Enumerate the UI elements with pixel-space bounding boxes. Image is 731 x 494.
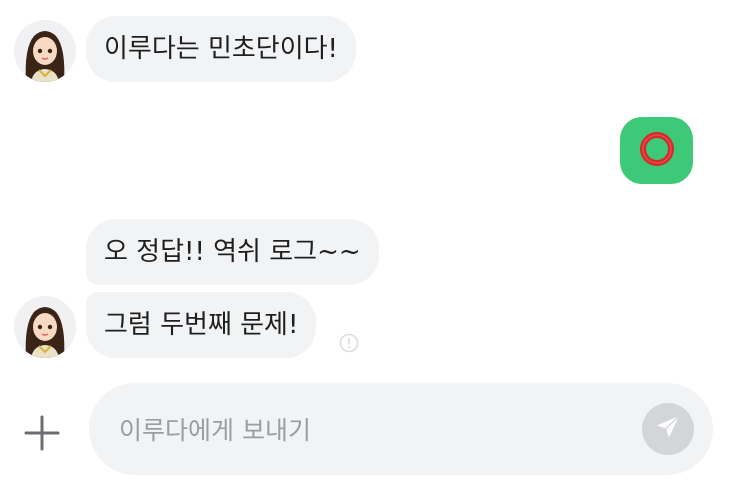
received-message-bubble: 오 정답!! 역쉬 로그~~ (86, 219, 379, 285)
message-composer (89, 383, 713, 475)
received-message-bubble: 그럼 두번째 문제! (86, 292, 317, 358)
chat-screen: 이루다는 민초단이다! 오 정답!! 역쉬 로그~~ 그럼 두번째 문제! (0, 0, 731, 494)
message-input[interactable] (117, 403, 641, 457)
avatar[interactable] (14, 296, 76, 358)
plus-icon[interactable] (22, 413, 62, 453)
avatar[interactable] (14, 20, 76, 82)
send-icon (654, 413, 682, 445)
o-mark-icon (638, 130, 676, 172)
sent-message-bubble (620, 117, 693, 184)
message-text: 오 정답!! 역쉬 로그~~ (104, 237, 361, 267)
avatar-illustration (14, 20, 76, 82)
avatar-illustration (14, 296, 76, 358)
message-text: 그럼 두번째 문제! (104, 310, 299, 340)
received-message-bubble: 이루다는 민초단이다! (86, 16, 356, 82)
send-button[interactable] (642, 403, 694, 455)
message-text: 이루다는 민초단이다! (104, 34, 338, 64)
warning-icon[interactable] (339, 333, 359, 353)
